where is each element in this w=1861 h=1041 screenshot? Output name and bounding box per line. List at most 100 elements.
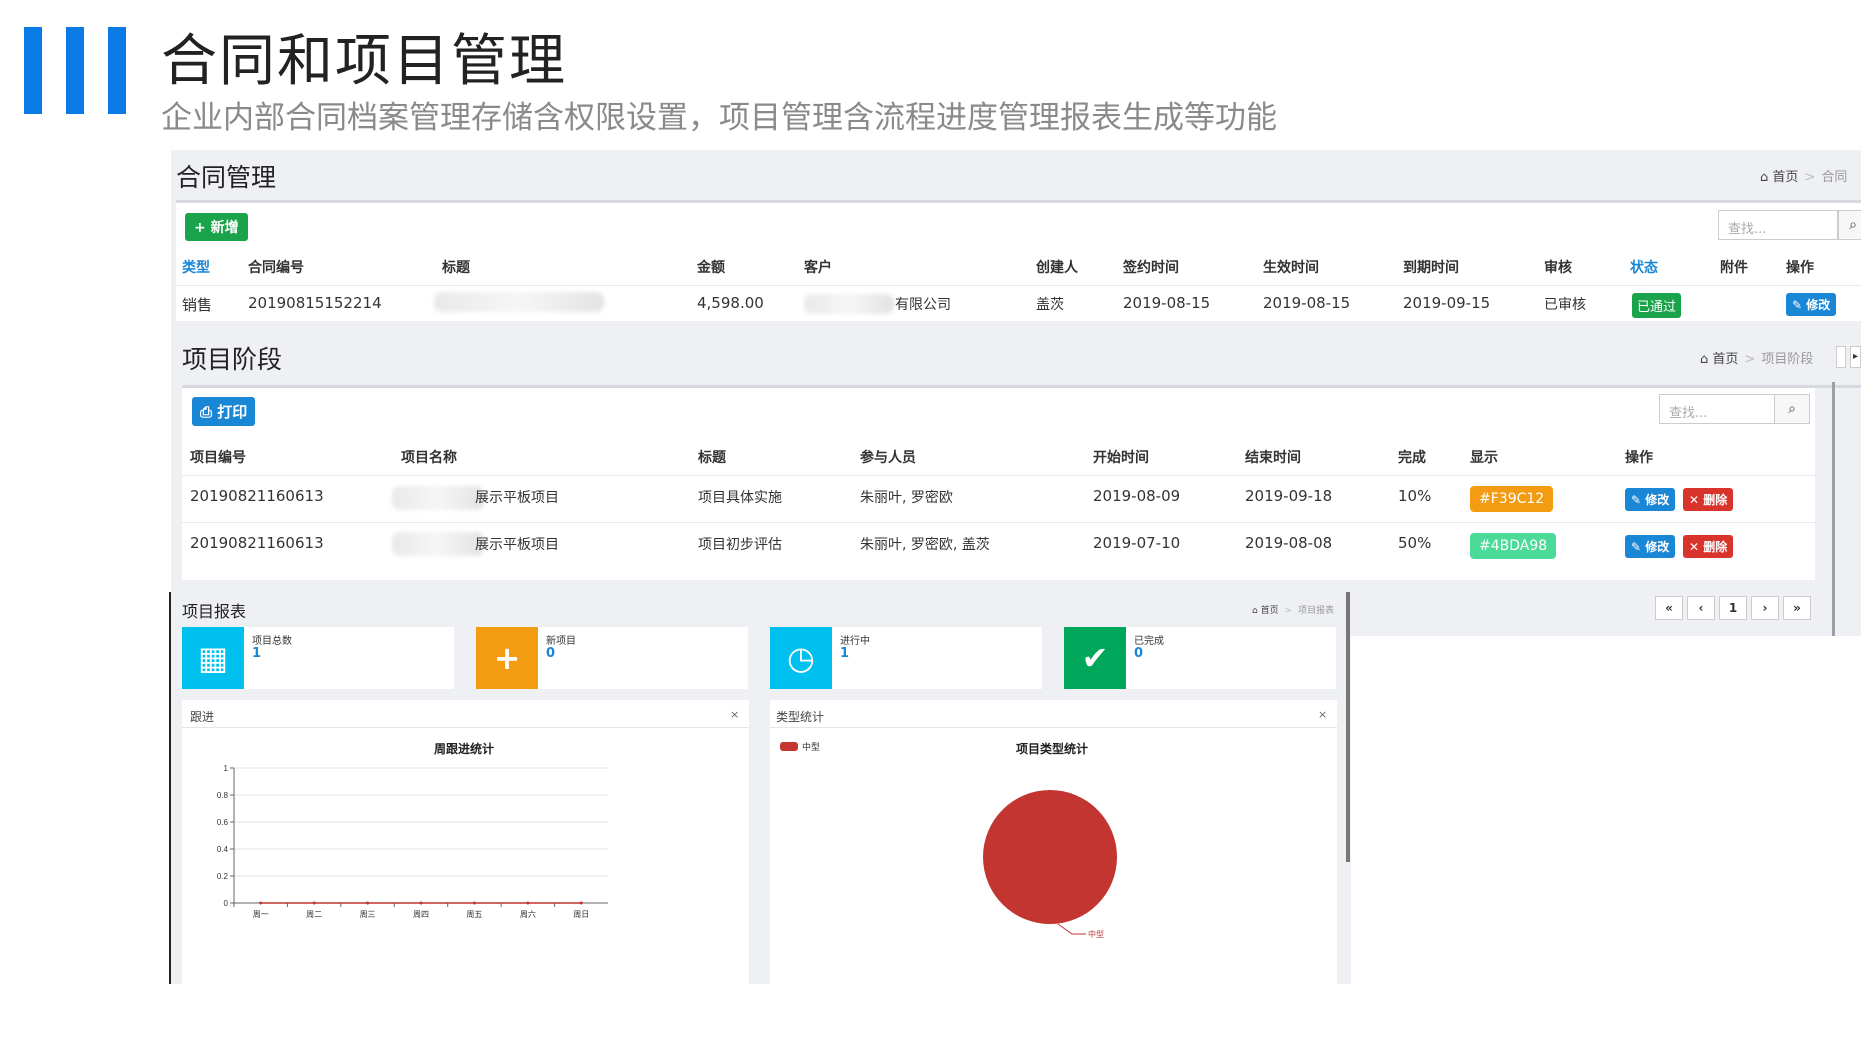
breadcrumb-home[interactable]: 首页 (1712, 352, 1738, 367)
stat-value: 1 (840, 646, 850, 661)
col-customer: 客户 (804, 260, 832, 276)
pcol-name: 项目名称 (401, 450, 457, 466)
print-button[interactable]: ⎙ 打印 (192, 397, 256, 426)
page-title: 合同和项目管理 (161, 29, 567, 94)
accent-bar-3 (108, 27, 126, 114)
col-status[interactable]: 状态 (1630, 257, 1658, 277)
report-scrollbar[interactable] (1346, 592, 1350, 862)
delete-project-button[interactable]: ✕ 删除 (1683, 535, 1734, 558)
header-divider (176, 285, 1861, 286)
y-tick-label: 0.8 (217, 791, 229, 800)
cell-amount: 4,598.00 (697, 294, 764, 312)
col-review: 审核 (1544, 260, 1572, 276)
pcol-members: 参与人员 (860, 450, 916, 466)
accent-bar-2 (66, 27, 84, 114)
stat-label: 已完成 (1134, 636, 1164, 647)
breadcrumb-home[interactable]: 首页 (1261, 606, 1279, 616)
project-search-input[interactable]: 查找... (1659, 394, 1775, 424)
col-number: 合同编号 (248, 260, 304, 276)
pager-last[interactable]: » (1783, 596, 1811, 620)
prow1-done: 10% (1398, 487, 1432, 505)
breadcrumb-home[interactable]: 首页 (1772, 170, 1798, 185)
edit-contract-button[interactable]: ✎ 修改 (1786, 293, 1837, 316)
prow1-start: 2019-08-09 (1093, 487, 1181, 505)
cell-creator: 盖茨 (1036, 297, 1064, 313)
add-contract-button[interactable]: + 新增 (185, 213, 248, 241)
pager-prev[interactable]: ‹ (1687, 596, 1715, 620)
check-icon: ✔ (1064, 627, 1126, 689)
redacted-title (434, 292, 604, 312)
breadcrumb-current: 合同 (1821, 170, 1848, 185)
search-icon[interactable]: ⌕ (1838, 210, 1861, 240)
x-tick-label: 周二 (306, 910, 322, 919)
pcol-action: 操作 (1625, 450, 1653, 466)
edit-icon: ✎ (1631, 493, 1646, 507)
project-breadcrumb: ⌂ 首页 > 项目阶段 (1700, 352, 1814, 367)
print-icon: ⎙ (200, 403, 218, 421)
pie-chart: 中型 (983, 790, 1117, 939)
x-tick-label: 周五 (466, 910, 482, 919)
home-icon: ⌂ (1700, 352, 1709, 367)
stat-in-progress: ◷ 进行中 1 (770, 627, 1042, 689)
x-tick-label: 周一 (253, 910, 269, 919)
color-chip: #4BDA98 (1470, 533, 1557, 559)
pager-page-1[interactable]: 1 (1719, 596, 1747, 620)
col-attachment: 附件 (1720, 260, 1748, 276)
prow1-number: 20190821160613 (190, 487, 324, 505)
prow1-members: 朱丽叶, 罗密欧 (860, 490, 953, 506)
scroll-arrow-left[interactable] (1836, 346, 1846, 368)
pcol-title: 标题 (698, 450, 726, 466)
pie-label-line (1057, 923, 1086, 935)
delete-project-button[interactable]: ✕ 删除 (1683, 488, 1734, 511)
page-subtitle: 企业内部合同档案管理存储含权限设置，项目管理含流程进度管理报表生成等功能 (161, 100, 1277, 136)
scroll-arrow-right[interactable]: ▸ (1850, 346, 1861, 368)
cell-number: 20190815152214 (248, 294, 382, 312)
pie-label: 中型 (1088, 929, 1104, 939)
contract-table-box (176, 203, 1861, 321)
cell-review: 已审核 (1544, 297, 1586, 313)
project-vertical-scroll[interactable] (1832, 382, 1835, 636)
pcol-display: 显示 (1470, 450, 1498, 466)
delete-icon: ✕ (1689, 540, 1704, 554)
edit-project-button[interactable]: ✎ 修改 (1625, 535, 1676, 558)
redacted-name (392, 532, 484, 556)
col-action: 操作 (1786, 260, 1814, 276)
prow2-done: 50% (1398, 534, 1432, 552)
cell-effective: 2019-08-15 (1263, 294, 1351, 312)
col-creator: 创建人 (1036, 260, 1078, 276)
data-point (419, 901, 423, 905)
followup-chart-card: 跟进 × 周跟进统计 0 0.2 0.4 0.6 0.8 1 周一 周二 周三 周四 周五 周六 周日 (182, 700, 749, 984)
col-expire: 到期时间 (1403, 260, 1459, 276)
col-type[interactable]: 类型 (182, 257, 210, 277)
pager-next[interactable]: › (1751, 596, 1779, 620)
data-point (312, 901, 316, 905)
redacted-customer (804, 294, 894, 314)
y-tick-label: 0.6 (217, 818, 229, 827)
breadcrumb-current: 项目阶段 (1761, 352, 1814, 367)
report-breadcrumb: ⌂ 首页 > 项目报表 (1252, 606, 1335, 616)
col-effective: 生效时间 (1263, 260, 1319, 276)
data-point (526, 901, 530, 905)
x-tick-label: 周六 (520, 909, 536, 919)
type-chart-card: 类型统计 × 中型 项目类型统计 中型 (770, 700, 1337, 984)
pager-first[interactable]: « (1655, 596, 1683, 620)
home-icon: ⌂ (1760, 170, 1769, 185)
contract-search-input[interactable]: 查找... (1718, 210, 1838, 240)
search-icon[interactable]: ⌕ (1774, 394, 1810, 424)
edit-icon: ✎ (1792, 298, 1807, 312)
y-tick-label: 0 (224, 899, 229, 908)
stat-new: + 新项目 0 (476, 627, 748, 689)
data-point (259, 901, 263, 905)
edit-project-button[interactable]: ✎ 修改 (1625, 488, 1676, 511)
status-badge: 已通过 (1632, 293, 1682, 318)
prow2-title: 项目初步评估 (698, 537, 782, 553)
cubes-icon: ▦ (182, 627, 244, 689)
report-header: 项目报表 (182, 602, 247, 621)
y-tick-label: 1 (224, 764, 229, 773)
edit-icon: ✎ (1631, 540, 1646, 554)
prow2-number: 20190821160613 (190, 534, 324, 552)
stat-label: 项目总数 (252, 636, 292, 647)
cell-type: 销售 (182, 296, 213, 314)
stat-label: 新项目 (546, 636, 576, 647)
cell-expire: 2019-09-15 (1403, 294, 1491, 312)
